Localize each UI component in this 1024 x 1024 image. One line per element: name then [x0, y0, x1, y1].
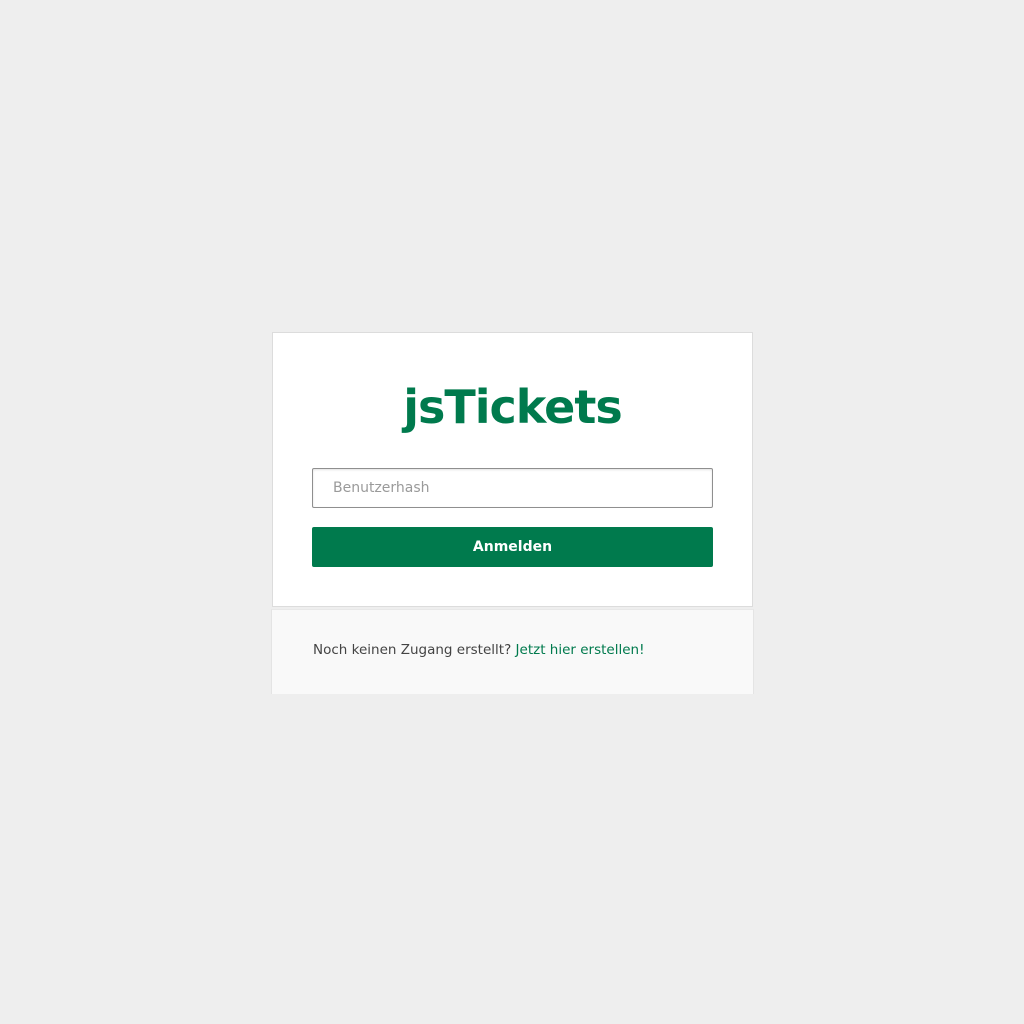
- app-title: jsTickets: [403, 380, 622, 434]
- user-hash-input[interactable]: [312, 468, 713, 508]
- signup-prompt-text: Noch keinen Zugang erstellt?: [313, 642, 512, 658]
- login-card: jsTickets Anmelden: [272, 332, 753, 607]
- login-page: jsTickets Anmelden Noch keinen Zugang er…: [0, 0, 1024, 1024]
- login-button[interactable]: Anmelden: [312, 527, 713, 567]
- signup-link[interactable]: Jetzt hier erstellen!: [516, 642, 645, 658]
- signup-footer: Noch keinen Zugang erstellt? Jetzt hier …: [271, 609, 754, 694]
- signup-prompt: Noch keinen Zugang erstellt? Jetzt hier …: [313, 642, 645, 658]
